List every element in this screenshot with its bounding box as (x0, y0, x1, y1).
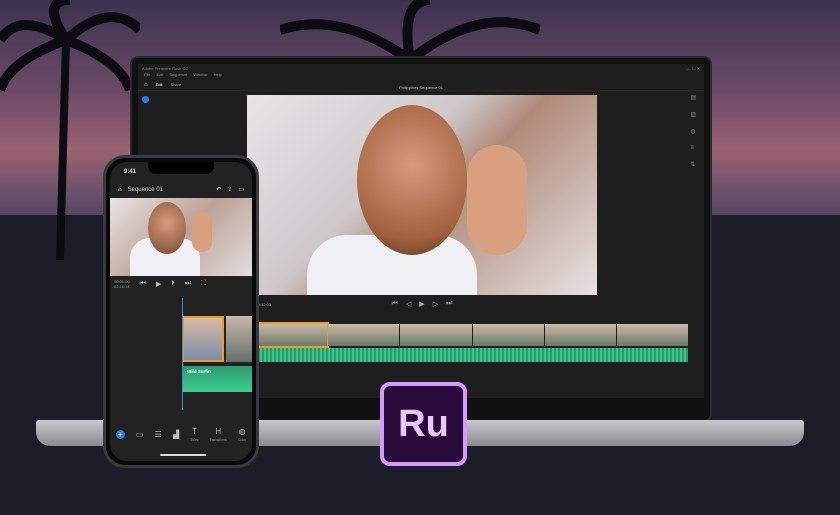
video-clip[interactable] (226, 316, 252, 362)
bottom-toolbar: + ▭ ☰ ▟ T Titles H Transitions ◍ Color (110, 421, 252, 447)
color-icon: ◍ (239, 427, 246, 436)
home-indicator (160, 454, 206, 456)
window-controls[interactable]: — ☐ ✕ (687, 66, 700, 71)
audio-icon[interactable]: ▟ (173, 430, 179, 439)
titles-label: Titles (190, 438, 198, 442)
app-title: Adobe Premiere Rush CC (142, 66, 188, 71)
palm-tree-center (280, 0, 540, 60)
transitions-button[interactable]: H Transitions (210, 427, 227, 442)
video-clip-selected[interactable] (182, 316, 224, 362)
menu-help[interactable]: Help (214, 72, 222, 79)
premiere-rush-logo: Ru (380, 382, 467, 466)
color-button[interactable]: ◍ Color (238, 427, 246, 442)
skip-forward-icon[interactable]: ⏭ (185, 280, 191, 288)
timeline[interactable] (256, 324, 688, 366)
speed-icon[interactable]: ≡ (690, 145, 696, 151)
audio-clip-label: Wild Surfin (187, 369, 211, 374)
video-clip[interactable] (473, 324, 544, 346)
status-time: 9:41 (124, 169, 136, 175)
fullscreen-icon[interactable]: ⛶ (201, 280, 206, 288)
play-icon[interactable]: ▶ (156, 280, 161, 288)
logo-text: Ru (398, 403, 449, 446)
audio-track[interactable] (256, 348, 688, 362)
transport-controls: ⏮ ◁ ▶ ▷ ⏭ (247, 300, 597, 310)
home-icon[interactable]: ⌂ (118, 187, 122, 193)
add-button[interactable]: + (116, 430, 125, 439)
video-preview (110, 198, 252, 276)
color-label: Color (238, 438, 246, 442)
add-media-button[interactable] (142, 96, 149, 103)
titles-icon: T (192, 427, 197, 436)
menu-sequence[interactable]: Sequence (169, 72, 187, 79)
step-back-icon[interactable]: ◁ (406, 300, 411, 310)
media-icon[interactable]: ▭ (136, 430, 144, 439)
menu-file[interactable]: File (144, 72, 150, 79)
titles-button[interactable]: T Titles (190, 427, 198, 442)
video-clip[interactable] (256, 324, 327, 346)
transitions-label: Transitions (210, 438, 227, 442)
comment-icon[interactable]: ▭ (238, 186, 244, 193)
total-timecode: 02:16:14 (114, 284, 130, 289)
video-clip[interactable] (328, 324, 399, 346)
undo-icon[interactable]: ↶ (216, 186, 221, 193)
sequence-title: Sequence 01 (128, 187, 163, 193)
video-clip[interactable] (545, 324, 616, 346)
step-forward-icon[interactable]: ▷ (433, 300, 438, 310)
menu-edit[interactable]: Edit (156, 72, 163, 79)
audio-clip[interactable]: Wild Surfin (182, 366, 252, 392)
align-icon[interactable]: ☰ (155, 430, 162, 439)
sequence-title: Philippines Sequence 01 (138, 85, 704, 90)
titles-icon[interactable]: ▤ (690, 94, 696, 101)
video-clip[interactable] (400, 324, 471, 346)
share-icon[interactable]: ⇪ (227, 186, 232, 193)
color-icon[interactable]: ◍ (690, 128, 696, 135)
transitions-icon: H (215, 427, 221, 436)
playhead[interactable] (182, 298, 183, 410)
video-track[interactable] (256, 324, 688, 346)
step-forward-icon[interactable]: ⏵ (171, 280, 175, 288)
skip-forward-icon[interactable]: ⏭ (446, 300, 452, 310)
skip-back-icon[interactable]: ⏮ (140, 280, 146, 288)
right-toolbar: ▤ ▥ ◍ ≡ ⇅ (690, 94, 696, 168)
video-preview (247, 95, 597, 295)
phone-notch (148, 162, 214, 174)
rush-mobile-app: 9:41 ⌂ Sequence 01 ↶ ⇪ ▭ 00:00:0002:16:1… (110, 162, 252, 461)
transitions-icon[interactable]: ▥ (690, 111, 696, 118)
adjust-icon[interactable]: ⇅ (690, 161, 696, 168)
phone: 9:41 ⌂ Sequence 01 ↶ ⇪ ▭ 00:00:0002:16:1… (103, 155, 259, 468)
video-clip[interactable] (617, 324, 688, 346)
menu-window[interactable]: Window (193, 72, 207, 79)
skip-back-icon[interactable]: ⏮ (392, 300, 398, 310)
play-icon[interactable]: ▶ (419, 300, 424, 310)
